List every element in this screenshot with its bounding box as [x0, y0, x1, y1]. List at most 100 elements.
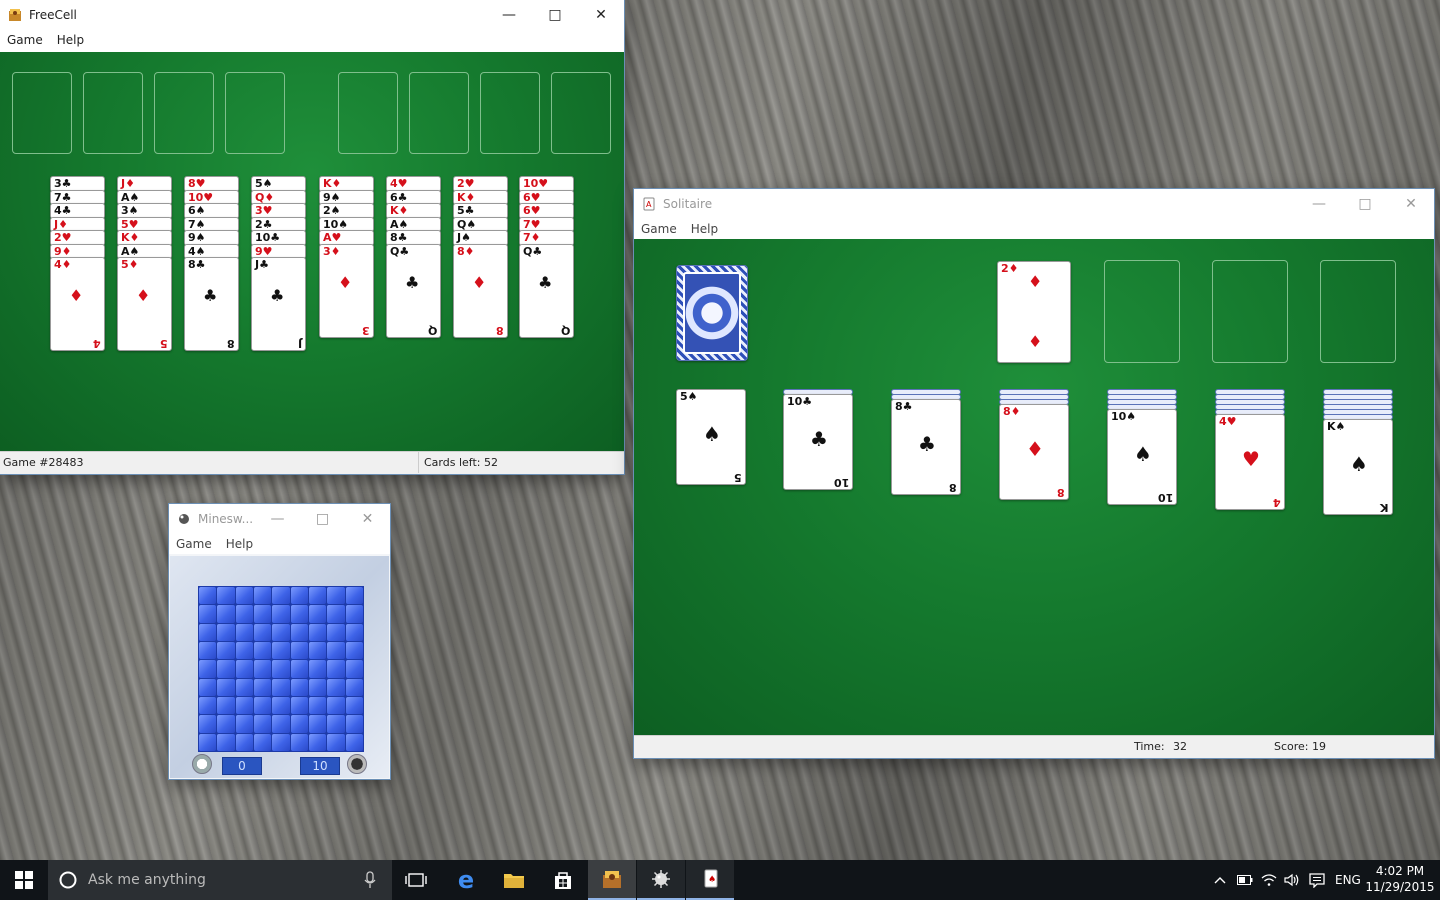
mine-cell[interactable]: [254, 733, 272, 751]
home-cell[interactable]: [551, 72, 611, 154]
mine-cell[interactable]: [254, 587, 272, 605]
freecell-card[interactable]: 8♦ ♦ 8: [453, 243, 508, 338]
mine-cell[interactable]: [290, 660, 308, 678]
solitaire-titlebar[interactable]: A Solitaire — □ ✕: [634, 189, 1434, 219]
mine-cell[interactable]: [199, 715, 217, 733]
free-cell[interactable]: [154, 72, 214, 154]
mine-cell[interactable]: [345, 733, 363, 751]
tableau-card[interactable]: 8♦ ♦ 8: [999, 404, 1069, 500]
mine-cell[interactable]: [272, 696, 290, 715]
mine-cell[interactable]: [290, 587, 308, 605]
close-button[interactable]: ✕: [1388, 189, 1434, 219]
tableau-card[interactable]: 8♣ ♣ 8: [891, 399, 961, 495]
minesweeper-taskbar-button[interactable]: [637, 860, 685, 900]
mine-cell[interactable]: [254, 696, 272, 715]
menu-game[interactable]: Game: [641, 219, 677, 239]
mine-cell[interactable]: [327, 715, 345, 733]
freecell-card[interactable]: J♣ ♣ J: [251, 257, 306, 351]
mine-cell[interactable]: [309, 623, 327, 641]
mine-cell[interactable]: [199, 733, 217, 751]
mine-cell[interactable]: [345, 605, 363, 623]
stock-pile[interactable]: [676, 265, 748, 361]
mine-cell[interactable]: [254, 678, 272, 696]
volume-button[interactable]: [1280, 860, 1304, 900]
start-button[interactable]: [0, 860, 48, 900]
mine-cell[interactable]: [345, 715, 363, 733]
minesweeper-titlebar[interactable]: Minesw... — □ ✕: [169, 504, 390, 534]
clock[interactable]: 4:02 PM 11/29/2015: [1364, 863, 1436, 895]
menu-game[interactable]: Game: [176, 534, 212, 554]
mine-cell[interactable]: [327, 696, 345, 715]
mine-cell[interactable]: [327, 678, 345, 696]
menu-help[interactable]: Help: [226, 534, 253, 554]
mine-cell[interactable]: [327, 641, 345, 660]
free-cell[interactable]: [12, 72, 72, 154]
mine-cell[interactable]: [217, 623, 235, 641]
mine-cell[interactable]: [235, 660, 253, 678]
edge-taskbar-button[interactable]: e: [442, 860, 490, 900]
mine-cell[interactable]: [217, 678, 235, 696]
mine-cell[interactable]: [217, 733, 235, 751]
free-cell[interactable]: [225, 72, 285, 154]
mine-cell[interactable]: [290, 715, 308, 733]
mine-cell[interactable]: [290, 696, 308, 715]
freecell-card[interactable]: 4♦ ♦ 4: [50, 257, 105, 351]
mine-cell[interactable]: [309, 733, 327, 751]
mine-cell[interactable]: [235, 733, 253, 751]
microphone-icon[interactable]: [364, 871, 376, 889]
mine-cell[interactable]: [235, 623, 253, 641]
mine-cell[interactable]: [199, 678, 217, 696]
mine-cell[interactable]: [290, 678, 308, 696]
menu-help[interactable]: Help: [691, 219, 718, 239]
mine-cell[interactable]: [272, 660, 290, 678]
mine-cell[interactable]: [345, 623, 363, 641]
mine-cell[interactable]: [327, 660, 345, 678]
freecell-card[interactable]: Q♣ ♣ Q: [386, 243, 441, 338]
mine-cell[interactable]: [272, 641, 290, 660]
mine-cell[interactable]: [327, 605, 345, 623]
file-explorer-taskbar-button[interactable]: [490, 860, 538, 900]
mine-cell[interactable]: [272, 678, 290, 696]
mine-cell[interactable]: [199, 623, 217, 641]
mine-cell[interactable]: [199, 660, 217, 678]
mine-cell[interactable]: [199, 696, 217, 715]
mine-cell[interactable]: [309, 678, 327, 696]
mine-cell[interactable]: [235, 715, 253, 733]
cortana-search-box[interactable]: Ask me anything: [48, 860, 392, 900]
mine-cell[interactable]: [345, 587, 363, 605]
minimize-button[interactable]: —: [486, 0, 532, 30]
foundation-card[interactable]: 2♦ ♦ ♦: [997, 261, 1071, 363]
mine-cell[interactable]: [327, 623, 345, 641]
mine-cell[interactable]: [345, 678, 363, 696]
mine-cell[interactable]: [290, 641, 308, 660]
mine-cell[interactable]: [309, 696, 327, 715]
maximize-button[interactable]: □: [1342, 189, 1388, 219]
menu-help[interactable]: Help: [57, 30, 84, 50]
mine-cell[interactable]: [235, 678, 253, 696]
mine-cell[interactable]: [254, 605, 272, 623]
freecell-taskbar-button[interactable]: [588, 860, 636, 900]
free-cell[interactable]: [83, 72, 143, 154]
mine-cell[interactable]: [309, 660, 327, 678]
mine-cell[interactable]: [217, 660, 235, 678]
menu-game[interactable]: Game: [7, 30, 43, 50]
network-button[interactable]: [1257, 860, 1281, 900]
mine-cell[interactable]: [345, 641, 363, 660]
foundation-slot[interactable]: [1320, 260, 1396, 363]
mine-cell[interactable]: [290, 623, 308, 641]
mine-cell[interactable]: [217, 605, 235, 623]
mine-cell[interactable]: [217, 641, 235, 660]
close-button[interactable]: ✕: [578, 0, 624, 30]
show-hidden-icons-button[interactable]: [1208, 860, 1232, 900]
freecell-card[interactable]: 8♣ ♣ 8: [184, 257, 239, 351]
mine-cell[interactable]: [290, 733, 308, 751]
foundation-slot[interactable]: [1104, 260, 1180, 363]
mine-grid[interactable]: [198, 586, 364, 752]
freecell-card[interactable]: 3♦ ♦ 3: [319, 243, 374, 338]
mine-cell[interactable]: [345, 660, 363, 678]
freecell-titlebar[interactable]: FreeCell — □ ✕: [0, 0, 624, 30]
task-view-button[interactable]: [392, 860, 440, 900]
mine-cell[interactable]: [327, 733, 345, 751]
mine-cell[interactable]: [309, 605, 327, 623]
mine-cell[interactable]: [235, 641, 253, 660]
